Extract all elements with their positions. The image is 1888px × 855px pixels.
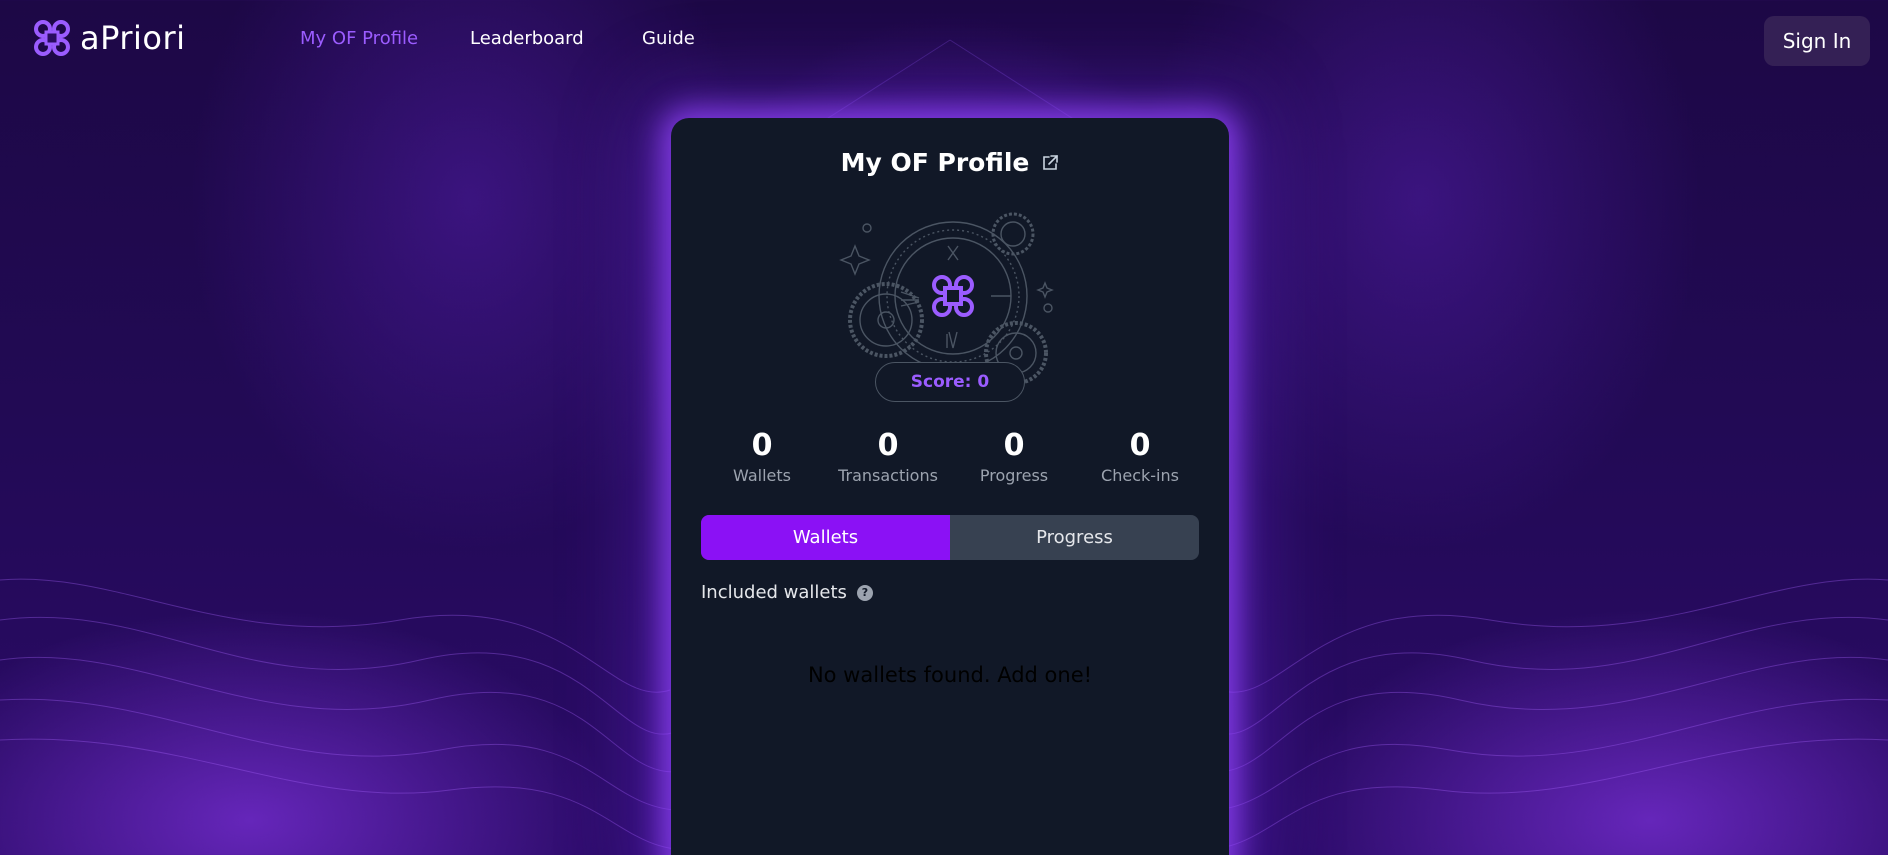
stat-value: 0 — [751, 428, 773, 463]
brand-logo[interactable]: aPriori — [32, 18, 186, 58]
stat-progress: 0 Progress — [951, 428, 1077, 485]
stat-value: 0 — [877, 428, 899, 463]
help-icon[interactable]: ? — [856, 584, 873, 601]
stat-value: 0 — [1129, 428, 1151, 463]
nav-link-leaderboard[interactable]: Leaderboard — [470, 28, 584, 49]
profile-card: My OF Profile Score: 0 0 Wallets 0 Trans… — [671, 118, 1229, 855]
card-title: My OF Profile — [840, 148, 1030, 177]
sign-in-button[interactable]: Sign In — [1764, 16, 1870, 66]
stat-label: Check-ins — [1101, 466, 1179, 485]
stat-transactions: 0 Transactions — [825, 428, 951, 485]
brand-name: aPriori — [80, 19, 186, 57]
empty-wallets-message: No wallets found. Add one! — [807, 663, 1093, 687]
stat-label: Wallets — [733, 466, 791, 485]
tab-wallets[interactable]: Wallets — [701, 515, 950, 560]
tab-progress[interactable]: Progress — [950, 515, 1199, 560]
stats-row: 0 Wallets 0 Transactions 0 Progress 0 Ch… — [699, 428, 1203, 485]
stat-check-ins: 0 Check-ins — [1077, 428, 1203, 485]
nav-link-my-of-profile[interactable]: My OF Profile — [300, 28, 418, 49]
card-header: My OF Profile — [671, 148, 1229, 177]
card-tabs: Wallets Progress — [701, 515, 1199, 560]
stat-label: Progress — [979, 466, 1049, 485]
score-badge: Score: 0 — [875, 362, 1025, 402]
included-wallets-header: Included wallets ? — [701, 582, 873, 603]
stat-wallets: 0 Wallets — [699, 428, 825, 485]
included-wallets-label: Included wallets — [701, 582, 847, 603]
stat-label: Transactions — [838, 466, 938, 485]
apriori-logo-icon — [34, 20, 70, 56]
stat-value: 0 — [1003, 428, 1025, 463]
external-link-icon[interactable] — [1041, 154, 1059, 172]
nav-link-guide[interactable]: Guide — [642, 28, 695, 49]
top-navigation: aPriori My OF Profile Leaderboard Guide … — [0, 0, 1888, 80]
